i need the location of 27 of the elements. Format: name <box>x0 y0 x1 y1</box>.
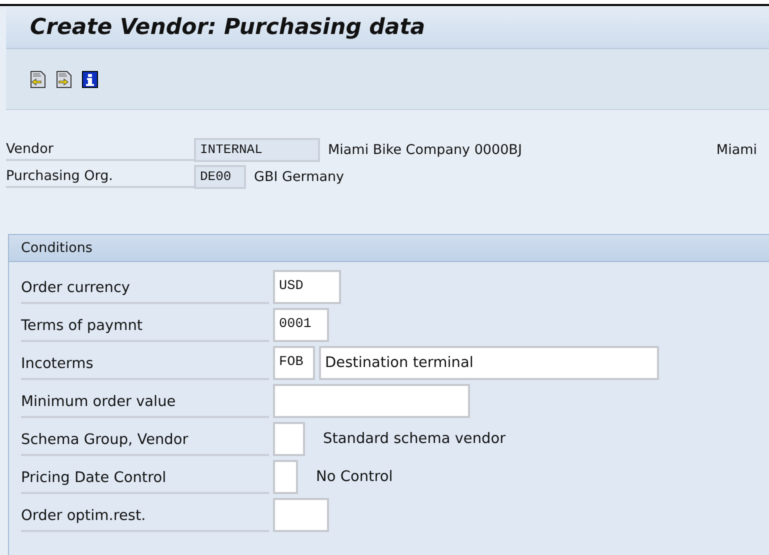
input-field[interactable]: FOB <box>273 346 315 380</box>
input-field[interactable]: INTERNAL <box>194 138 320 162</box>
input-field[interactable] <box>273 460 298 494</box>
field-label: Pricing Date Control <box>21 460 269 494</box>
previous-page-icon[interactable] <box>30 70 46 88</box>
city-text: Miami <box>716 142 757 158</box>
input-field[interactable]: 0001 <box>273 308 329 342</box>
input-field[interactable] <box>273 384 470 418</box>
field-description: Miami Bike Company 0000BJ <box>328 142 522 158</box>
input-field[interactable]: USD <box>273 270 341 304</box>
input-field[interactable]: DE00 <box>194 164 246 188</box>
input-field[interactable] <box>273 498 329 532</box>
input-field[interactable] <box>273 422 305 456</box>
field-label: Terms of paymnt <box>21 308 269 342</box>
field-label: Minimum order value <box>21 384 269 418</box>
field-label: Schema Group, Vendor <box>21 422 269 456</box>
field-label: Order currency <box>21 270 269 304</box>
next-page-icon[interactable] <box>56 70 72 88</box>
input-field[interactable]: Destination terminal <box>319 346 659 380</box>
panel-title: Conditions <box>9 235 769 262</box>
field-description: GBI Germany <box>254 168 344 184</box>
field-label: Order optim.rest. <box>21 498 269 532</box>
field-description: Standard schema vendor <box>323 431 506 447</box>
field-label: Incoterms <box>21 346 269 380</box>
window-title: Create Vendor: Purchasing data <box>30 14 426 40</box>
info-icon[interactable] <box>82 70 98 88</box>
field-description: No Control <box>316 469 393 485</box>
